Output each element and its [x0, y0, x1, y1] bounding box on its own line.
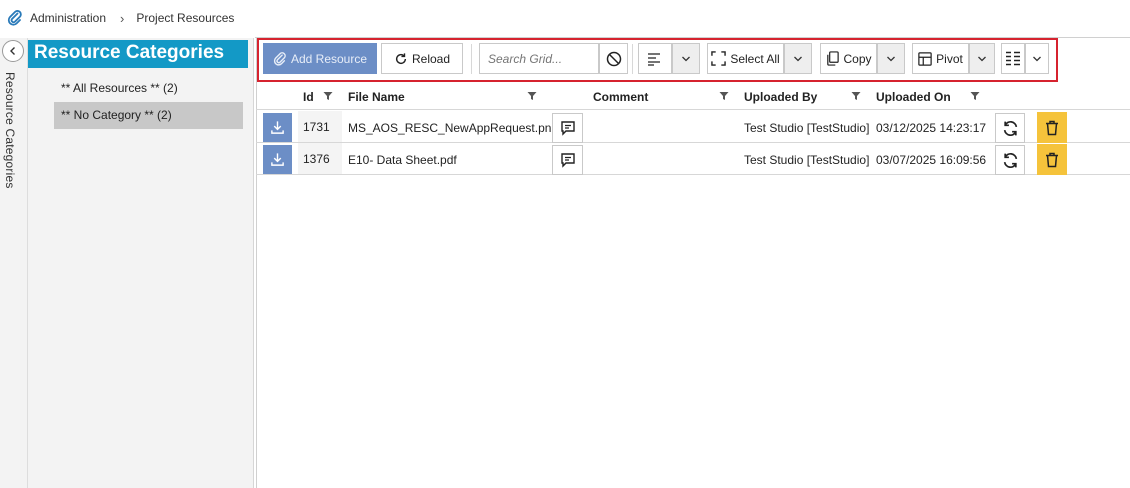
pivot-dropdown-button[interactable] [969, 43, 995, 74]
chevron-left-icon [10, 47, 15, 55]
copy-icon [827, 51, 840, 66]
reload-icon [395, 52, 407, 64]
add-resource-label: Add Resource [290, 51, 368, 66]
reload-label: Reload [411, 51, 451, 66]
collapse-sidebar-button[interactable] [2, 40, 24, 62]
chevron-down-icon [682, 56, 690, 61]
categories-title: Resource Categories [28, 40, 248, 68]
copy-label: Copy [843, 51, 872, 66]
id-cell: 1376 [298, 143, 342, 174]
columns-button[interactable] [1001, 43, 1025, 74]
sidebar-collapsed-label[interactable]: Resource Categories [3, 72, 17, 189]
pivot-table-icon [918, 51, 932, 66]
filter-icon[interactable] [970, 91, 980, 101]
chevron-down-icon [1033, 56, 1041, 61]
download-icon [271, 121, 284, 134]
trash-icon [1046, 152, 1058, 167]
column-list-icon [1006, 51, 1020, 66]
trash-icon [1046, 120, 1058, 135]
filter-icon[interactable] [719, 91, 729, 101]
comment-button[interactable] [552, 113, 583, 143]
columns-dropdown-button[interactable] [1025, 43, 1049, 74]
replace-file-button[interactable] [995, 145, 1025, 175]
delete-button[interactable] [1037, 112, 1067, 143]
clear-search-button[interactable] [599, 43, 628, 74]
reload-button[interactable]: Reload [381, 43, 463, 74]
file-name-cell: E10- Data Sheet.pdf [348, 153, 457, 167]
select-all-dropdown-button[interactable] [784, 43, 812, 74]
filter-icon[interactable] [527, 91, 537, 101]
chevron-right-icon: › [120, 10, 125, 26]
pivot-button[interactable]: Pivot [912, 43, 969, 74]
copy-dropdown-button[interactable] [877, 43, 905, 74]
breadcrumb-administration[interactable]: Administration [30, 11, 106, 25]
align-left-icon [648, 52, 660, 66]
toolbar-divider [471, 44, 472, 74]
column-header-uploaded-on[interactable]: Uploaded On [876, 90, 951, 104]
delete-button[interactable] [1037, 144, 1067, 175]
filter-icon[interactable] [851, 91, 861, 101]
pivot-label: Pivot [936, 51, 963, 66]
filter-icon[interactable] [323, 91, 333, 101]
select-all-label: Select All [730, 51, 780, 66]
uploaded-by-cell: Test Studio [TestStudio] [744, 153, 870, 167]
align-button[interactable] [638, 43, 672, 74]
breadcrumb: Administration › Project Resources [0, 0, 1130, 36]
clear-circle-icon [606, 51, 621, 66]
category-item-no-category[interactable]: ** No Category ** (2) [54, 102, 243, 129]
refresh-icon [1003, 152, 1017, 168]
column-header-file-name[interactable]: File Name [348, 90, 405, 104]
uploaded-by-cell: Test Studio [TestStudio] [744, 121, 870, 135]
refresh-icon [1003, 120, 1017, 136]
paperclip-logo-icon [7, 10, 22, 26]
toolbar-divider [632, 44, 633, 74]
download-button[interactable] [263, 113, 292, 142]
column-header-id[interactable]: Id [303, 90, 314, 104]
comment-button[interactable] [552, 145, 583, 175]
select-all-button[interactable]: Select All [707, 43, 784, 74]
download-icon [271, 153, 284, 166]
paperclip-icon [273, 51, 286, 66]
chevron-down-icon [887, 56, 895, 61]
chevron-down-icon [978, 56, 986, 61]
category-item-all[interactable]: ** All Resources ** (2) [54, 75, 243, 102]
align-dropdown-button[interactable] [672, 43, 700, 74]
comment-icon [560, 153, 575, 168]
column-header-uploaded-by[interactable]: Uploaded By [744, 90, 817, 104]
add-resource-button[interactable]: Add Resource [263, 43, 377, 74]
download-button[interactable] [263, 145, 292, 174]
search-grid-input[interactable] [479, 43, 599, 74]
replace-file-button[interactable] [995, 113, 1025, 143]
select-all-icon [711, 51, 727, 66]
comment-icon [560, 121, 575, 136]
chevron-down-icon [794, 56, 802, 61]
uploaded-on-cell: 03/12/2025 14:23:17 [876, 121, 987, 135]
file-name-cell: MS_AOS_RESC_NewAppRequest.png [348, 121, 559, 135]
uploaded-on-cell: 03/07/2025 16:09:56 [876, 153, 987, 167]
copy-button[interactable]: Copy [820, 43, 877, 74]
id-cell: 1731 [298, 111, 342, 142]
breadcrumb-current: Project Resources [136, 11, 235, 25]
column-header-comment[interactable]: Comment [593, 90, 648, 104]
